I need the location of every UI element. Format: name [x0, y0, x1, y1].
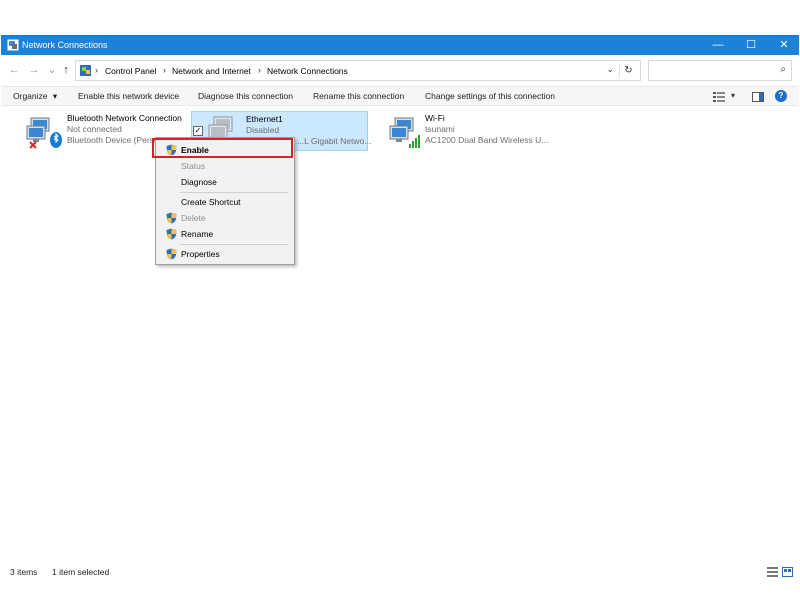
- breadcrumb-control-panel[interactable]: Control Panel: [105, 66, 157, 76]
- uac-shield-icon: [166, 248, 177, 260]
- item-checkbox[interactable]: ✓: [193, 126, 203, 136]
- breadcrumb-network-connections[interactable]: Network Connections: [267, 66, 348, 76]
- menu-item-diagnose[interactable]: Diagnose: [158, 174, 292, 190]
- refresh-button[interactable]: ↻: [619, 63, 637, 78]
- connection-device: AC1200 Dual Band Wireless U...: [425, 135, 549, 145]
- enable-highlight-annotation: [152, 138, 293, 158]
- connection-device: ...L Gigabit Netwo...: [297, 136, 372, 146]
- breadcrumb-separator[interactable]: ›: [258, 65, 261, 75]
- view-options-icon[interactable]: [713, 92, 725, 102]
- menu-item-create-shortcut[interactable]: Create Shortcut: [158, 194, 292, 210]
- menu-item-rename[interactable]: Rename: [158, 226, 292, 242]
- back-button[interactable]: ←: [7, 63, 21, 77]
- search-input[interactable]: [651, 63, 769, 78]
- organize-button[interactable]: Organize ▾: [13, 91, 57, 102]
- help-button[interactable]: ?: [775, 90, 787, 102]
- menu-item-status[interactable]: Status: [158, 158, 292, 174]
- search-icon[interactable]: ⌕: [780, 64, 786, 75]
- list-item-wifi[interactable]: Wi-Fi tsunami AC1200 Dual Band Wireless …: [385, 113, 555, 153]
- minimize-button[interactable]: —: [701, 36, 735, 55]
- recent-locations-button[interactable]: ⌄: [45, 63, 59, 77]
- rename-connection-button[interactable]: Rename this connection: [313, 91, 404, 101]
- up-button[interactable]: ↑: [59, 63, 73, 77]
- menu-separator: [180, 192, 288, 193]
- organize-label: Organize: [13, 91, 48, 101]
- connection-status: Disabled: [246, 125, 280, 135]
- control-panel-icon: [80, 65, 91, 76]
- connection-status: tsunami: [425, 124, 455, 134]
- preview-pane-icon[interactable]: [752, 92, 764, 102]
- explorer-window: Network Connections — ☐ ✕ ← → ⌄ ↑ › Cont…: [1, 35, 799, 581]
- maximize-button[interactable]: ☐: [734, 36, 768, 55]
- connection-name: Wi-Fi: [425, 113, 445, 123]
- connections-list: Bluetooth Network Connection Not connect…: [1, 107, 799, 562]
- search-box[interactable]: ⌕: [648, 60, 792, 81]
- breadcrumb-separator[interactable]: ›: [163, 65, 166, 75]
- selection-count: 1 item selected: [52, 567, 110, 577]
- change-settings-button[interactable]: Change settings of this connection: [425, 91, 555, 101]
- breadcrumb-network-and-internet[interactable]: Network and Internet: [172, 66, 251, 76]
- address-bar[interactable]: › Control Panel › Network and Internet ›…: [75, 60, 641, 81]
- uac-shield-icon: [166, 212, 177, 224]
- menu-item-delete[interactable]: Delete: [158, 210, 292, 226]
- diagnose-connection-button[interactable]: Diagnose this connection: [198, 91, 293, 101]
- connection-status: Not connected: [67, 124, 122, 134]
- network-connections-app-icon: [7, 39, 19, 51]
- title-bar[interactable]: Network Connections — ☐ ✕: [1, 36, 799, 55]
- forward-button[interactable]: →: [27, 63, 41, 77]
- command-bar: Organize ▾ Enable this network device Di…: [1, 86, 799, 106]
- wifi-network-icon: [389, 117, 420, 148]
- window-title: Network Connections: [22, 40, 108, 50]
- uac-shield-icon: [166, 228, 177, 240]
- view-dropdown-icon[interactable]: ▾: [731, 91, 735, 100]
- bluetooth-network-icon: [26, 117, 62, 149]
- close-button[interactable]: ✕: [767, 36, 800, 55]
- breadcrumb-separator: ›: [95, 65, 98, 75]
- address-row: ← → ⌄ ↑ › Control Panel › Network and In…: [1, 55, 799, 86]
- menu-item-properties[interactable]: Properties: [158, 246, 292, 262]
- large-icons-view-icon[interactable]: [782, 567, 793, 577]
- chevron-down-icon: ▾: [52, 91, 58, 101]
- connection-name: Ethernet1: [246, 114, 283, 124]
- connection-name: Bluetooth Network Connection: [67, 113, 182, 123]
- enable-device-button[interactable]: Enable this network device: [78, 91, 179, 101]
- menu-separator: [180, 244, 288, 245]
- status-bar: 3 items 1 item selected: [1, 562, 799, 581]
- item-count: 3 items: [10, 567, 38, 577]
- address-history-dropdown[interactable]: ⌄: [606, 64, 614, 75]
- details-view-icon[interactable]: [767, 567, 778, 577]
